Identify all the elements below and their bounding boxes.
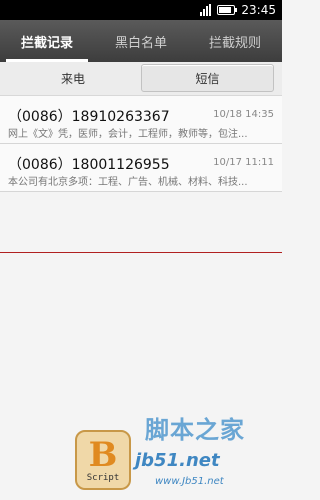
tab-intercept-log[interactable]: 拦截记录 — [0, 20, 94, 62]
watermark-script: Script — [86, 473, 120, 483]
watermark-site-url: jb51.net — [135, 450, 220, 471]
tab-bar: 拦截记录 黑白名单 拦截规则 — [0, 20, 282, 62]
sender-number: （0086）18001126955 — [8, 157, 170, 173]
watermark-logo-icon: B Script — [75, 430, 131, 490]
sender-number: （0086）18910263367 — [8, 109, 170, 125]
message-time: 10/17 11:11 — [213, 157, 274, 168]
status-bar: 23:45 — [0, 0, 282, 20]
watermark-site-url-full: www.Jb51.net — [155, 476, 224, 487]
list-item[interactable]: （0086）18910263367 10/18 14:35 网上《文》凭，医师，… — [0, 96, 282, 144]
list-item[interactable]: （0086）18001126955 10/17 11:11 本公司有北京多项：工… — [0, 144, 282, 192]
site-watermark: B Script 脚本之家 jb51.net www.Jb51.net — [75, 410, 282, 500]
status-time: 23:45 — [241, 3, 276, 17]
red-divider — [0, 252, 282, 253]
segment-calls[interactable]: 来电 — [8, 64, 138, 92]
tab-blacklist-whitelist[interactable]: 黑白名单 — [94, 20, 188, 62]
tab-intercept-rules[interactable]: 拦截规则 — [188, 20, 282, 62]
message-list: （0086）18910263367 10/18 14:35 网上《文》凭，医师，… — [0, 96, 282, 192]
signal-icon — [200, 4, 212, 16]
battery-icon — [217, 5, 238, 15]
watermark-letter: B — [88, 435, 118, 475]
message-preview: 网上《文》凭，医师，会计，工程师，教师等，包注... — [8, 129, 248, 140]
watermark-site-name: 脚本之家 — [145, 416, 245, 444]
message-preview: 本公司有北京多项：工程、广告、机械、材料、科技... — [8, 177, 248, 188]
segment-sms[interactable]: 短信 — [141, 64, 274, 92]
message-time: 10/18 14:35 — [213, 109, 274, 120]
segment-control: 来电 短信 — [0, 62, 282, 96]
